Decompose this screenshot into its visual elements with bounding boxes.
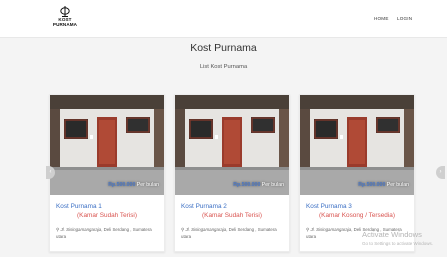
kost-building-image xyxy=(50,95,164,195)
page-subtitle: List Kost Purnama xyxy=(199,64,248,70)
watermark-line1: Activate Windows xyxy=(362,230,422,239)
price-label: Rp.500.000 Per bulan xyxy=(108,182,159,188)
room-status: (Kamar Sudah Terisi) xyxy=(77,212,137,219)
kost-photo[interactable] xyxy=(175,95,289,195)
chevron-left-icon: ‹ xyxy=(49,169,52,175)
nav-home-link[interactable]: HOME xyxy=(374,16,389,21)
kost-card[interactable]: Rp.500.000 Per bulan Kost Purnama 2 (Kam… xyxy=(174,94,290,252)
address-street: Jl. Sisingamangaraja xyxy=(185,227,227,232)
kost-photo[interactable] xyxy=(50,95,164,195)
kost-card[interactable]: Rp.500.000 Per bulan Kost Purnama 1 (Kam… xyxy=(49,94,165,252)
windows-activation-watermark: Activate Windows Go to Settings to activ… xyxy=(362,230,433,246)
house-logo-icon xyxy=(60,6,70,17)
kost-name-link[interactable]: Kost Purnama 3 xyxy=(306,203,352,210)
price-amount: Rp.500.000 xyxy=(108,182,136,188)
kost-address: ⚲ Jl. Sisingamangaraja, Deli Serdang , S… xyxy=(181,226,287,240)
page-title: Kost Purnama xyxy=(190,42,257,54)
price-amount: Rp.500.000 xyxy=(233,182,261,188)
kost-building-image xyxy=(175,95,289,195)
price-unit: Per bulan xyxy=(136,182,159,188)
kost-photo[interactable] xyxy=(300,95,414,195)
price-unit: Per bulan xyxy=(386,182,409,188)
price-unit: Per bulan xyxy=(261,182,284,188)
kost-address: ⚲ Jl. Sisingamangaraja, Deli Serdang , S… xyxy=(56,226,162,240)
kost-name-link[interactable]: Kost Purnama 2 xyxy=(181,203,227,210)
address-street: Jl. Sisingamangaraja xyxy=(310,227,352,232)
kost-card[interactable]: Rp.500.000 Per bulan Kost Purnama 3 (Kam… xyxy=(299,94,415,252)
price-label: Rp.500.000 Per bulan xyxy=(233,182,284,188)
room-status: (Kamar Sudah Terisi) xyxy=(202,212,262,219)
top-navbar: KOST PURNAMA HOME LOGIN xyxy=(0,0,447,38)
map-pin-icon: ⚲ xyxy=(56,227,60,232)
carousel-next-button[interactable]: › xyxy=(436,166,445,179)
nav-login-link[interactable]: LOGIN xyxy=(397,16,412,21)
map-pin-icon: ⚲ xyxy=(306,227,310,232)
price-label: Rp.500.000 Per bulan xyxy=(358,182,409,188)
brand-logo[interactable]: KOST PURNAMA xyxy=(50,6,80,27)
price-amount: Rp.500.000 xyxy=(358,182,386,188)
watermark-line2: Go to Settings to activate Windows. xyxy=(362,241,434,246)
kost-building-image xyxy=(300,95,414,195)
kost-name-link[interactable]: Kost Purnama 1 xyxy=(56,203,102,210)
address-street: Jl. Sisingamangaraja xyxy=(60,227,102,232)
chevron-right-icon: › xyxy=(439,169,442,175)
room-status: (Kamar Kosong / Tersedia) xyxy=(319,212,395,219)
brand-text-line2: PURNAMA xyxy=(52,22,78,27)
map-pin-icon: ⚲ xyxy=(181,227,185,232)
